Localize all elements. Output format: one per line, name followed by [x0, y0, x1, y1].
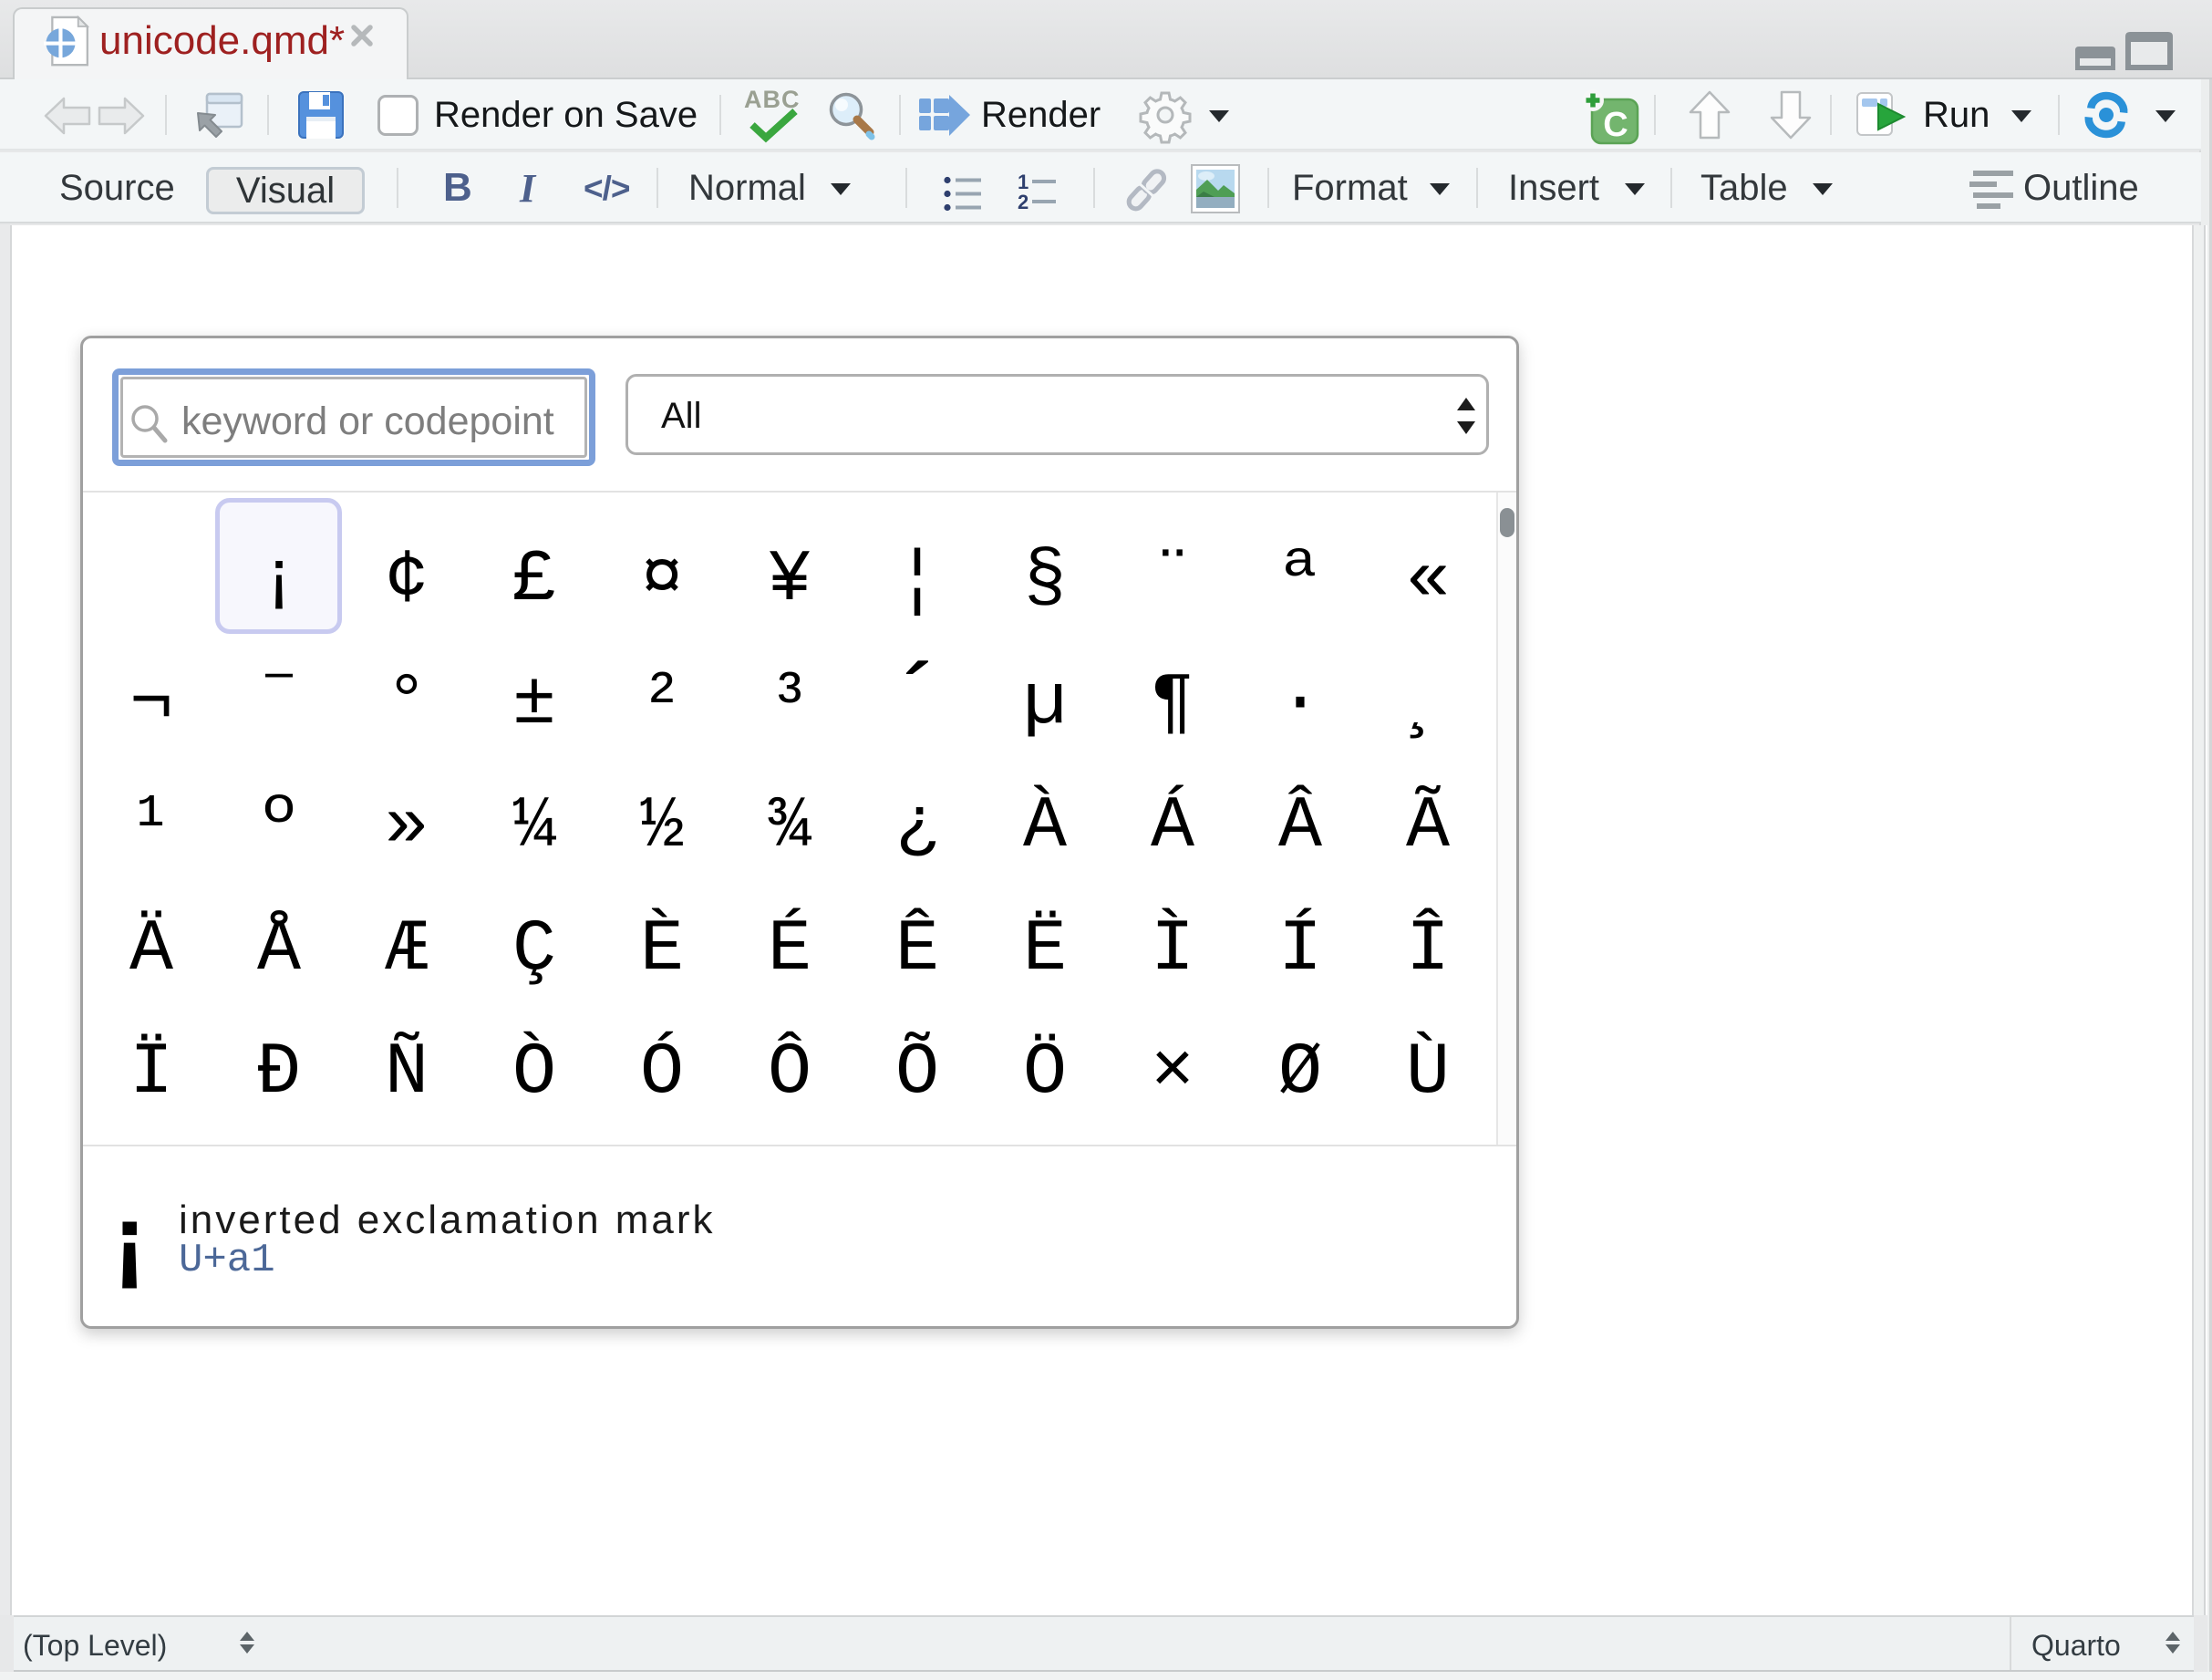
svg-text:C: C [1603, 106, 1628, 144]
svg-text:2: 2 [1018, 191, 1028, 213]
